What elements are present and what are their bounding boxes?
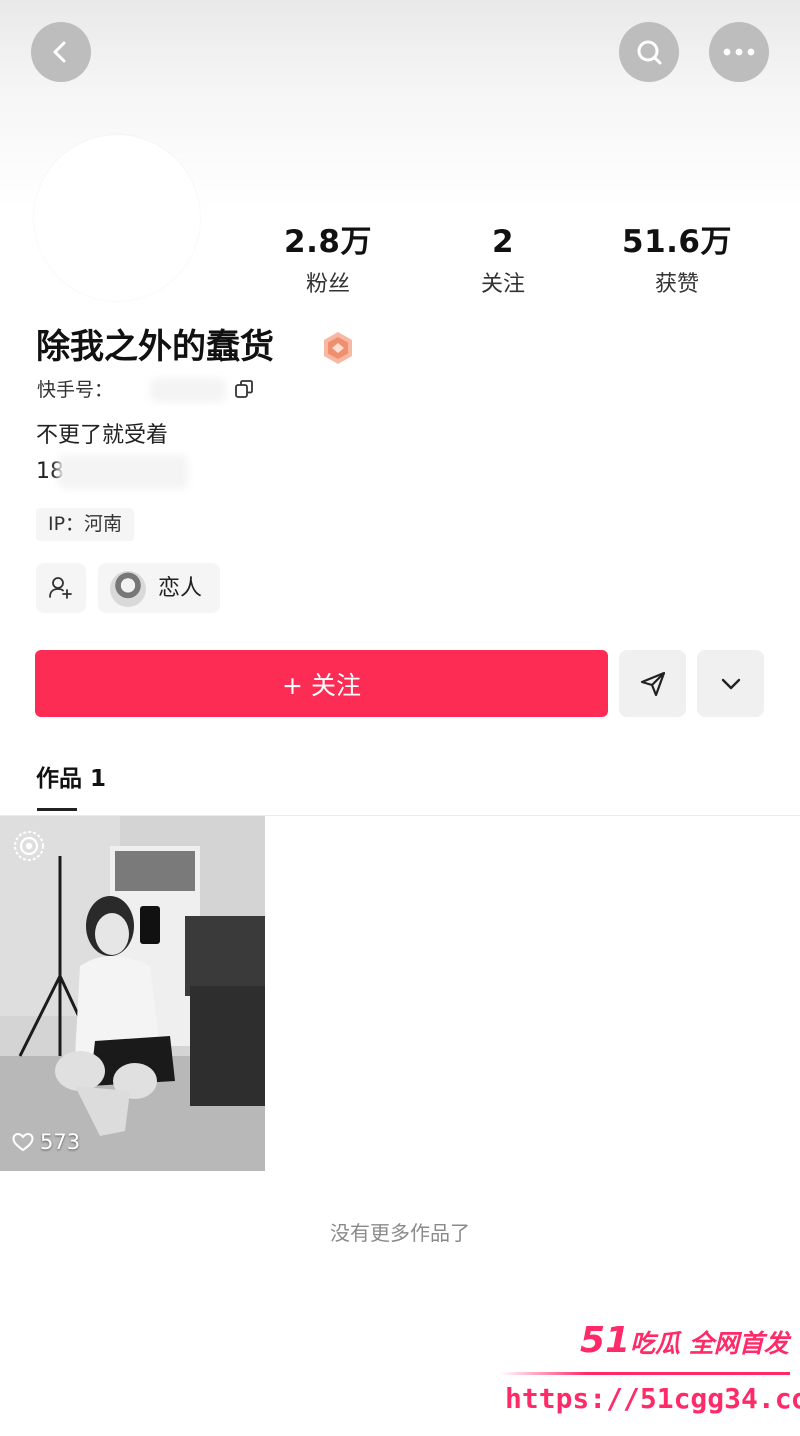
- heart-icon: [12, 1132, 34, 1152]
- add-friend-button[interactable]: [36, 563, 86, 613]
- stat-likes[interactable]: 51.6万 获赞: [597, 222, 757, 298]
- more-icon: [723, 48, 755, 56]
- back-button[interactable]: [31, 22, 91, 82]
- copy-icon[interactable]: [234, 379, 254, 399]
- add-friend-icon: [49, 577, 72, 599]
- kuaishou-id-label: 快手号：: [37, 379, 114, 401]
- stat-label: 获赞: [654, 272, 699, 297]
- search-icon: [637, 40, 662, 65]
- profile-name: 除我之外的蠢货: [36, 327, 274, 367]
- watermark-url: https://51cgg34.com: [505, 1382, 800, 1415]
- no-more-works-text: 没有更多作品了: [330, 1221, 470, 1245]
- stat-followers[interactable]: 2.8万 粉丝: [248, 222, 408, 298]
- redacted-bio: [58, 455, 188, 489]
- likes-count: 573: [40, 1130, 81, 1154]
- stat-value: 2: [491, 224, 515, 260]
- tab-works[interactable]: 作品 1: [36, 762, 106, 796]
- watermark-line: [500, 1372, 790, 1375]
- share-icon: [640, 671, 665, 696]
- stat-value: 51.6万: [622, 224, 732, 260]
- video-thumbnail[interactable]: [0, 816, 265, 1171]
- watermark-brand: 51吃瓜 全网首发: [580, 1320, 789, 1361]
- follow-button[interactable]: + 关注: [35, 650, 608, 717]
- verified-badge-icon[interactable]: [320, 330, 356, 366]
- bio-text: 不更了就受着: [36, 423, 169, 448]
- tab-active-indicator: [37, 808, 77, 811]
- more-button[interactable]: [709, 22, 769, 82]
- back-icon: [53, 41, 66, 63]
- watermark-brand-sub: 吃瓜 全网首发: [630, 1329, 789, 1358]
- share-button[interactable]: [619, 650, 686, 717]
- search-button[interactable]: [619, 22, 679, 82]
- live-icon: [14, 831, 44, 861]
- stat-label: 粉丝: [305, 272, 350, 297]
- stat-following[interactable]: 2 关注: [423, 222, 583, 298]
- stat-value: 2.8万: [284, 224, 372, 260]
- lover-label: 恋人: [158, 576, 203, 601]
- more-options-dropdown[interactable]: [697, 650, 764, 717]
- ip-location-chip: IP：河南: [36, 508, 135, 541]
- thumbnail-image: [0, 816, 265, 1171]
- chevron-down-icon: [721, 678, 740, 689]
- avatar[interactable]: [34, 135, 200, 301]
- stat-label: 关注: [480, 272, 525, 297]
- lover-avatar: [110, 571, 146, 607]
- video-likes: 573: [12, 1130, 80, 1154]
- redacted-id: [150, 378, 226, 402]
- watermark-brand-number: 51: [580, 1320, 631, 1361]
